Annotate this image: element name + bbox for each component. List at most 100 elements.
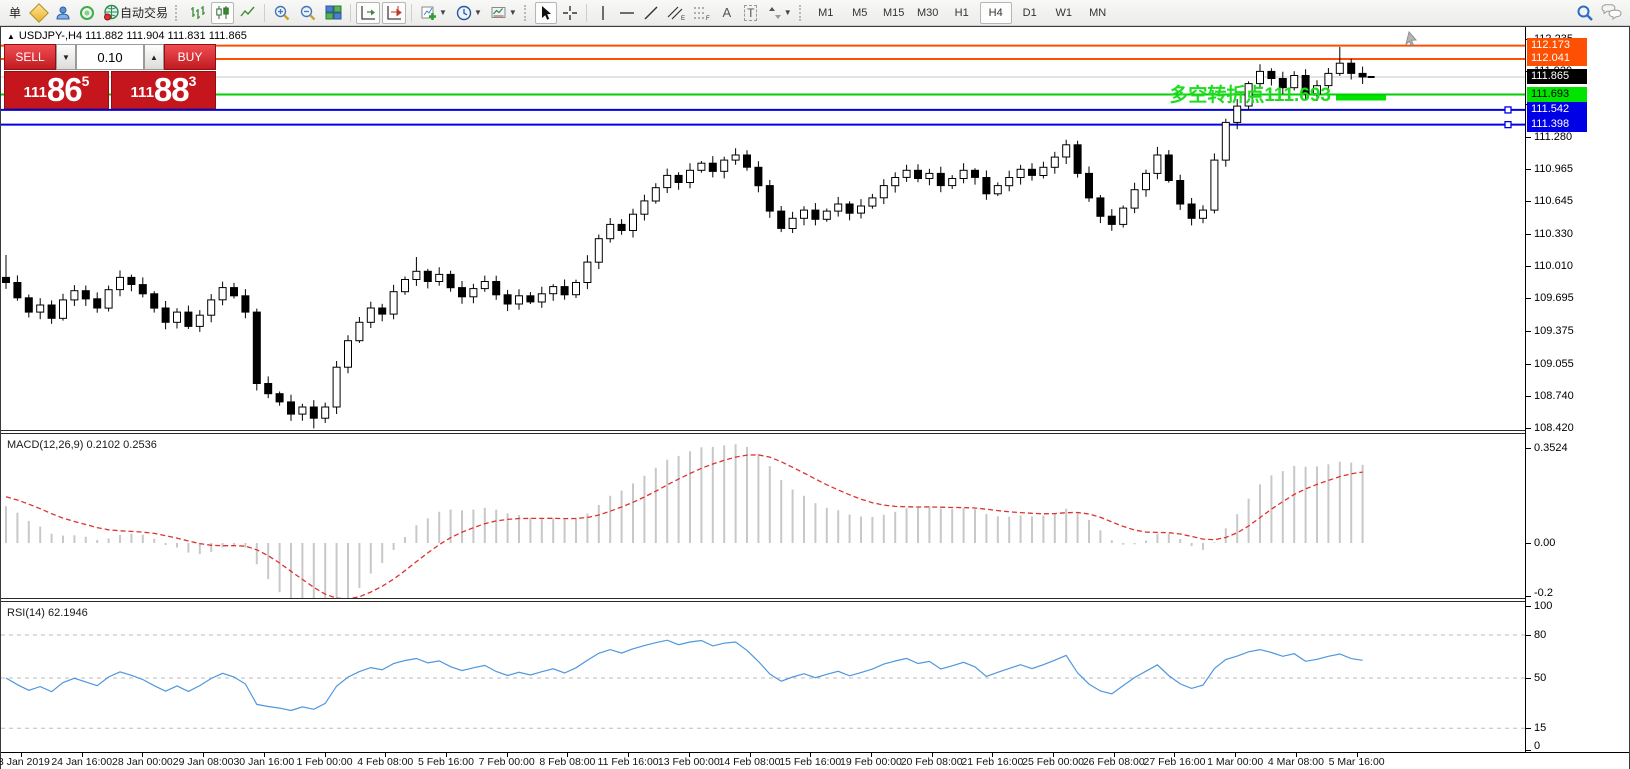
sell-price-point: 5 xyxy=(82,74,90,88)
rsi-tick-label: 15 xyxy=(1534,722,1546,734)
channel-tool-button[interactable]: E xyxy=(664,2,688,24)
line-chart-button[interactable] xyxy=(236,2,259,24)
rsi-tick-label: 50 xyxy=(1534,672,1546,684)
timeframe-button-h4[interactable]: H4 xyxy=(980,2,1012,24)
timeframe-button-w1[interactable]: W1 xyxy=(1048,2,1080,24)
volume-up-icon: ▲ xyxy=(150,53,158,62)
label-tool-button[interactable]: T xyxy=(740,2,762,24)
timeframe-button-mn[interactable]: MN xyxy=(1082,2,1114,24)
price-level-badge[interactable]: 111.693 xyxy=(1527,87,1587,102)
arrows-tool-button[interactable]: ▼ xyxy=(764,2,795,24)
autotrading-icon xyxy=(103,4,120,21)
price-axis[interactable]: 112.235111.920111.600111.280110.965110.6… xyxy=(1525,27,1629,752)
text-tool-button[interactable]: A xyxy=(716,2,738,24)
vertical-line-tool-button[interactable] xyxy=(592,2,614,24)
horizontal-line-tool-button[interactable] xyxy=(616,2,638,24)
buy-price-pips: 88 xyxy=(154,73,189,106)
crosshair-tool-button[interactable] xyxy=(559,2,581,24)
price-tick-mark xyxy=(1526,331,1531,332)
navigator-icon xyxy=(55,5,71,21)
timeframe-button-m5[interactable]: M5 xyxy=(844,2,876,24)
crosshair-icon xyxy=(562,5,578,21)
price-level-badge[interactable]: 111.865 xyxy=(1527,69,1587,84)
time-tick-label: 29 Jan 08:00 xyxy=(173,756,234,768)
indicators-button[interactable]: ▼ xyxy=(417,2,450,24)
price-level-badge[interactable]: 111.542 xyxy=(1527,102,1587,117)
volume-value: 0.10 xyxy=(97,50,122,65)
dropdown-arrow-icon: ▼ xyxy=(439,8,447,17)
navigator-button[interactable] xyxy=(52,2,74,24)
price-tick-label: 109.375 xyxy=(1534,325,1574,337)
chart-window: 多空转折点111.693 ▲USDJPY-,H4 111.882 111.904… xyxy=(0,26,1630,769)
auto-scroll-button[interactable] xyxy=(356,2,380,24)
fibonacci-tool-button[interactable]: F xyxy=(690,2,714,24)
data-window-icon xyxy=(79,5,95,21)
auto-scroll-icon xyxy=(359,4,377,22)
toolbar-separator xyxy=(264,4,265,22)
zoom-in-button[interactable] xyxy=(270,2,294,24)
zoom-in-icon xyxy=(273,4,291,22)
volume-input[interactable]: 0.10 xyxy=(76,44,144,70)
collapse-arrow-icon[interactable]: ▲ xyxy=(7,32,15,41)
timeframe-button-d1[interactable]: D1 xyxy=(1014,2,1046,24)
arrows-icon xyxy=(767,5,783,21)
time-tick-label: 14 Feb 08:00 xyxy=(719,756,781,768)
sell-price[interactable]: 111865 xyxy=(4,71,109,109)
trendline-tool-button[interactable] xyxy=(640,2,662,24)
search-icon[interactable] xyxy=(1576,4,1594,22)
price-tick-mark xyxy=(1526,169,1531,170)
price-tick-label: 109.695 xyxy=(1534,292,1574,304)
text-tool-icon: A xyxy=(722,5,731,20)
price-level-badge[interactable]: 111.398 xyxy=(1527,117,1587,132)
price-tick-label: 109.055 xyxy=(1534,358,1574,370)
timeframe-button-m30[interactable]: M30 xyxy=(912,2,944,24)
timeframe-button-h1[interactable]: H1 xyxy=(946,2,978,24)
chat-icon[interactable] xyxy=(1600,4,1622,22)
time-axis[interactable]: 23 Jan 201924 Jan 16:0028 Jan 00:0029 Ja… xyxy=(1,752,1629,769)
vertical-line-icon xyxy=(596,5,610,21)
price-tick-label: 108.420 xyxy=(1534,422,1574,434)
time-tick-label: 5 Mar 16:00 xyxy=(1329,756,1385,768)
rsi-tick-label: 80 xyxy=(1534,629,1546,641)
new-order-label: 单 xyxy=(9,4,21,21)
price-tick-mark xyxy=(1526,428,1531,429)
autotrading-button[interactable]: 自动交易 xyxy=(100,2,171,24)
macd-pane[interactable] xyxy=(1,434,1525,598)
buy-button[interactable]: BUY xyxy=(164,44,216,70)
templates-button[interactable]: ▼ xyxy=(487,2,520,24)
label-tool-icon: T xyxy=(744,5,757,21)
autotrading-label: 自动交易 xyxy=(120,4,168,21)
buy-price[interactable]: 111883 xyxy=(111,71,216,109)
time-tick-label: 13 Feb 00:00 xyxy=(658,756,720,768)
timeframe-button-m1[interactable]: M1 xyxy=(810,2,842,24)
macd-label: MACD(12,26,9) 0.2102 0.2536 xyxy=(7,439,157,451)
chart-shift-button[interactable] xyxy=(382,2,406,24)
time-tick-label: 27 Feb 16:00 xyxy=(1144,756,1206,768)
price-tick-label: 108.740 xyxy=(1534,390,1574,402)
rsi-tick-label: 0 xyxy=(1534,740,1540,752)
cursor-tool-button[interactable] xyxy=(535,2,557,24)
price-tick-mark xyxy=(1526,201,1531,202)
tile-windows-button[interactable] xyxy=(322,2,345,24)
market-watch-button[interactable] xyxy=(28,2,50,24)
new-order-button[interactable]: 单 xyxy=(4,2,26,24)
price-pane[interactable]: 多空转折点111.693 xyxy=(1,27,1525,430)
periods-button[interactable]: ▼ xyxy=(452,2,485,24)
data-window-button[interactable] xyxy=(76,2,98,24)
rsi-tick-label: 100 xyxy=(1534,600,1552,612)
candlestick-chart-button[interactable] xyxy=(211,2,234,24)
volume-up-button[interactable]: ▲ xyxy=(144,44,164,70)
price-tick-label: 110.965 xyxy=(1534,163,1573,175)
rsi-tick-mark xyxy=(1526,750,1531,751)
price-tick-label: 110.330 xyxy=(1534,228,1573,240)
rsi-tick-mark xyxy=(1526,728,1531,729)
price-level-badge[interactable]: 112.041 xyxy=(1527,51,1587,66)
bar-chart-button[interactable] xyxy=(186,2,209,24)
rsi-pane[interactable] xyxy=(1,602,1525,752)
main-toolbar: 单 自动交易 xyxy=(0,0,1630,26)
timeframe-button-m15[interactable]: M15 xyxy=(878,2,910,24)
volume-down-button[interactable]: ▼ xyxy=(56,44,76,70)
zoom-out-button[interactable] xyxy=(296,2,320,24)
sell-button[interactable]: SELL xyxy=(4,44,56,70)
time-tick-label: 8 Feb 08:00 xyxy=(539,756,595,768)
